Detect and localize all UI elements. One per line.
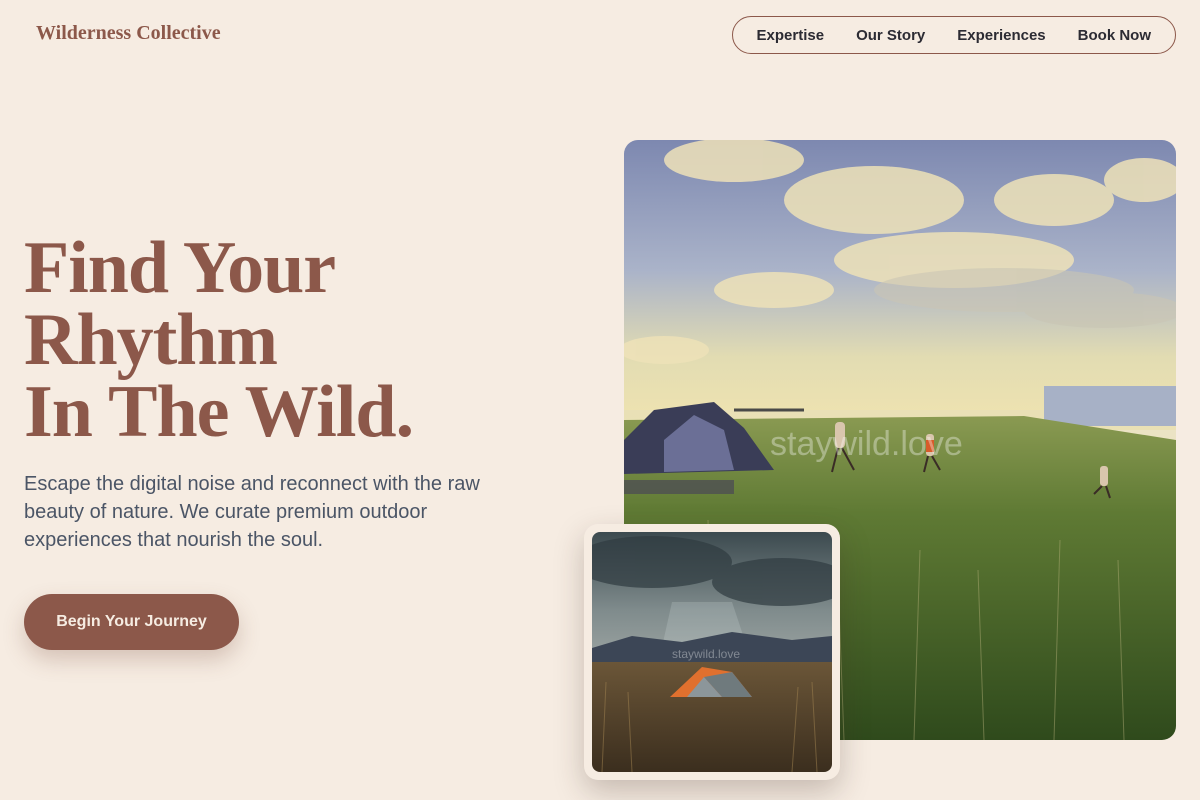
nav-link-our-story[interactable]: Our Story	[856, 27, 925, 44]
nav-link-expertise[interactable]: Expertise	[757, 27, 825, 44]
hero-headline: Find Your Rhythm In The Wild.	[24, 227, 414, 453]
nav-link-book-now[interactable]: Book Now	[1078, 27, 1151, 44]
inset-image-frame: staywild.love	[584, 524, 840, 780]
hero-image-watermark: staywild.love	[770, 425, 963, 463]
begin-journey-button[interactable]: Begin Your Journey	[24, 594, 239, 650]
inset-image-watermark: staywild.love	[672, 647, 740, 661]
brand-logo[interactable]: Wilderness Collective	[36, 22, 221, 45]
hero-headline-line-2: Rhythm	[24, 299, 278, 381]
hero-headline-line-1: Find Your	[24, 227, 336, 309]
inset-image-tent-storm: staywild.love	[592, 532, 832, 772]
main-nav: Expertise Our Story Experiences Book Now	[731, 16, 1176, 54]
hero-headline-line-3: In The Wild.	[24, 371, 414, 453]
nav-link-experiences[interactable]: Experiences	[957, 27, 1045, 44]
hero-subtext: Escape the digital noise and reconnect w…	[24, 473, 480, 551]
